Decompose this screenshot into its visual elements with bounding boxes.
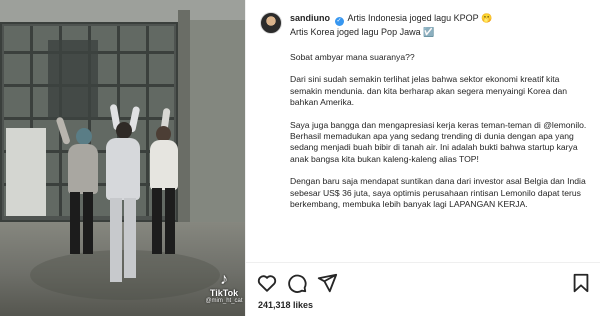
post-panel: sandiuno ✓ Artis Indonesia joged lagu KP… — [245, 0, 600, 316]
share-icon[interactable] — [316, 272, 338, 294]
caption-paragraph: Sobat ambyar mana suaranya?? — [290, 52, 415, 62]
dancer-center — [100, 103, 146, 288]
action-bar — [256, 272, 592, 294]
divider — [246, 262, 600, 263]
door-panel-white — [6, 128, 46, 216]
dancer-right — [146, 107, 182, 260]
bookmark-icon[interactable] — [570, 272, 592, 294]
comment-icon[interactable] — [286, 272, 308, 294]
tiktok-watermark: ♪ TikTok @mim_ht_cat — [205, 271, 243, 305]
username-link[interactable]: sandiuno — [290, 13, 330, 23]
caption-line-2: Artis Korea joged lagu Pop Jawa ☑️ — [290, 27, 435, 37]
post-media[interactable]: ♪ TikTok @mim_ht_cat — [0, 0, 245, 316]
avatar[interactable] — [260, 12, 282, 34]
tiktok-handle: @mim_ht_cat — [205, 298, 243, 304]
caption-paragraph: Dengan baru saja mendapat suntikan dana … — [290, 176, 586, 210]
caption-paragraph: Dari sini sudah semakin terlihat jelas b… — [290, 74, 568, 108]
caption-body: Sobat ambyar mana suaranya?? Dari sini s… — [290, 52, 590, 257]
side-wall — [190, 20, 245, 230]
tiktok-brand: TikTok — [209, 288, 239, 298]
verified-badge-icon: ✓ — [334, 17, 344, 26]
caption-header: sandiuno ✓ Artis Indonesia joged lagu KP… — [290, 12, 590, 39]
likes-count[interactable]: 241,318 likes — [258, 300, 313, 310]
tiktok-logo-icon: ♪ — [220, 271, 228, 288]
post-header: sandiuno ✓ Artis Indonesia joged lagu KP… — [260, 10, 590, 46]
dancer-left — [55, 116, 104, 262]
caption-paragraph: Saya juga bangga dan mengapresiasi kerja… — [290, 119, 587, 164]
caption-line-1: Artis Indonesia joged lagu KPOP 🫢 — [347, 13, 493, 23]
door-panel-dark — [48, 40, 98, 120]
heart-icon[interactable] — [256, 272, 278, 294]
